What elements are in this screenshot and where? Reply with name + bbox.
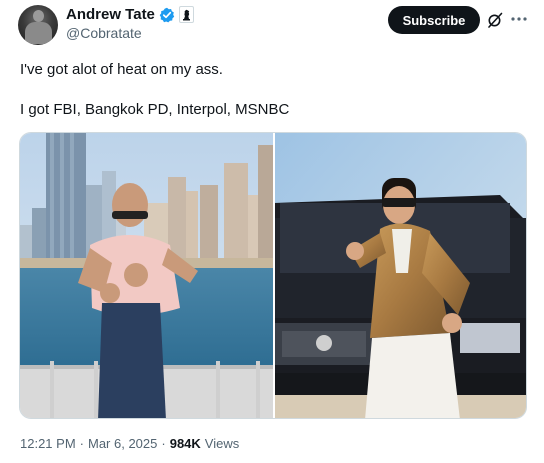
author-handle[interactable]: @Cobratate (66, 25, 142, 41)
tweet-text: I've got alot of heat on my ass. I got F… (20, 60, 520, 120)
chess-piece-icon[interactable] (178, 6, 194, 23)
author-display-name[interactable]: Andrew Tate (66, 6, 155, 23)
meta-separator: · (79, 436, 84, 451)
tweet-line-1: I've got alot of heat on my ass. (20, 61, 223, 78)
author-avatar[interactable] (18, 5, 58, 45)
views-label: Views (204, 436, 240, 451)
subscribe-button[interactable]: Subscribe (388, 6, 480, 34)
tweet-date[interactable]: Mar 6, 2025 (88, 436, 157, 451)
tweet-time[interactable]: 12:21 PM (20, 436, 76, 451)
verified-badge-icon[interactable] (159, 7, 175, 23)
author-name-row: Andrew Tate (66, 6, 194, 23)
left-photo (20, 133, 274, 418)
right-photo (273, 133, 526, 418)
views-count: 984K (169, 436, 201, 451)
tweet-line-2: I got FBI, Bangkok PD, Interpol, MSNBC (20, 101, 290, 118)
grok-icon[interactable] (486, 11, 504, 29)
meta-separator: · (161, 436, 166, 451)
tweet-meta: 12:21 PM · Mar 6, 2025 · 984K Views (20, 436, 239, 451)
tweet-media[interactable] (19, 132, 527, 419)
tweet-media-image[interactable] (20, 133, 527, 419)
more-icon[interactable] (510, 10, 528, 28)
